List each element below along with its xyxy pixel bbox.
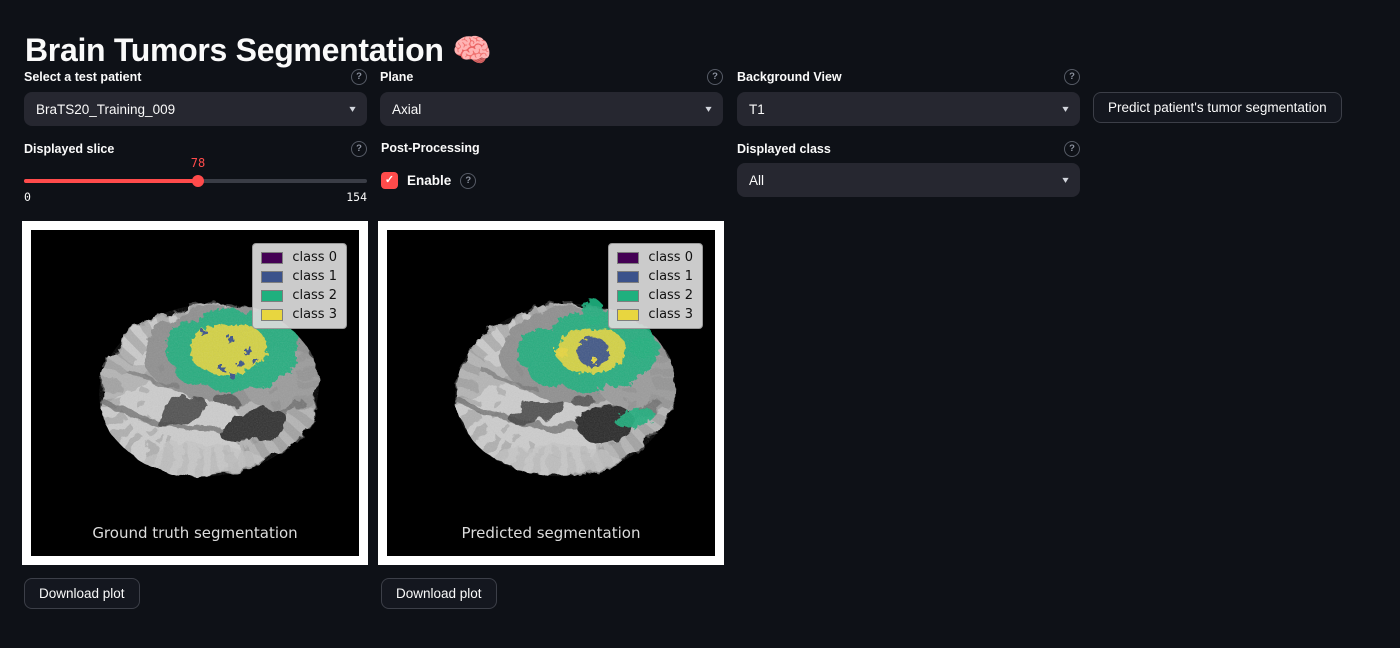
patient-label-row: Select a test patient ?	[24, 69, 367, 85]
help-icon[interactable]: ?	[1064, 141, 1080, 157]
class1-swatch	[617, 271, 639, 283]
plane-select[interactable]: Axial ▾	[380, 92, 723, 126]
plane-label-row: Plane ?	[380, 69, 723, 85]
ground-truth-plot: class 0 class 1 class 2 class 3 Ground t…	[22, 221, 368, 565]
help-icon[interactable]: ?	[707, 69, 723, 85]
slider-value: 78	[191, 156, 205, 170]
slider-fill	[24, 179, 198, 183]
checkbox-check-icon[interactable]: ✓	[381, 172, 398, 189]
help-icon[interactable]: ?	[351, 69, 367, 85]
predict-button[interactable]: Predict patient's tumor segmentation	[1093, 92, 1342, 123]
legend-row: class 0	[617, 250, 693, 265]
background-view-label: Background View	[737, 70, 842, 84]
slider-min: 0	[24, 190, 31, 204]
ground-truth-image: class 0 class 1 class 2 class 3 Ground t…	[31, 230, 359, 556]
slice-label: Displayed slice	[24, 142, 114, 156]
legend-label: class 3	[292, 307, 337, 322]
ground-truth-caption: Ground truth segmentation	[31, 524, 359, 542]
legend-label: class 1	[292, 269, 337, 284]
post-processing-label: Post-Processing	[381, 141, 480, 155]
help-icon[interactable]: ?	[460, 173, 476, 189]
chevron-down-icon: ▾	[349, 104, 355, 115]
background-view-select[interactable]: T1 ▾	[737, 92, 1080, 126]
class3-swatch	[261, 309, 283, 321]
predicted-image: class 0 class 1 class 2 class 3 Predicte…	[387, 230, 715, 556]
legend-label: class 3	[648, 307, 693, 322]
legend-row: class 3	[617, 307, 693, 322]
patient-label: Select a test patient	[24, 70, 141, 84]
slider-max: 154	[346, 190, 367, 204]
patient-select-value: BraTS20_Training_009	[36, 102, 175, 117]
plane-label: Plane	[380, 70, 413, 84]
plane-select-value: Axial	[392, 102, 421, 117]
legend-label: class 1	[648, 269, 693, 284]
background-view-label-row: Background View ?	[737, 69, 1080, 85]
enable-checkbox[interactable]: ✓ Enable ?	[381, 172, 476, 189]
displayed-class-label: Displayed class	[737, 142, 831, 156]
class2-swatch	[261, 290, 283, 302]
help-icon[interactable]: ?	[1064, 69, 1080, 85]
slider-handle[interactable]	[192, 175, 204, 187]
chevron-down-icon: ▾	[1062, 104, 1068, 115]
legend-row: class 3	[261, 307, 337, 322]
legend-row: class 2	[617, 288, 693, 303]
legend-row: class 1	[617, 269, 693, 284]
legend-label: class 2	[292, 288, 337, 303]
displayed-class-label-row: Displayed class ?	[737, 141, 1080, 157]
legend: class 0 class 1 class 2 class 3	[608, 243, 703, 329]
predicted-plot: class 0 class 1 class 2 class 3 Predicte…	[378, 221, 724, 565]
class0-swatch	[261, 252, 283, 264]
slice-label-row: Displayed slice ?	[24, 141, 367, 157]
class1-swatch	[261, 271, 283, 283]
patient-select[interactable]: BraTS20_Training_009 ▾	[24, 92, 367, 126]
legend-row: class 0	[261, 250, 337, 265]
background-view-select-value: T1	[749, 102, 765, 117]
class0-swatch	[617, 252, 639, 264]
legend-row: class 1	[261, 269, 337, 284]
class2-swatch	[617, 290, 639, 302]
legend: class 0 class 1 class 2 class 3	[252, 243, 347, 329]
legend-label: class 0	[292, 250, 337, 265]
chevron-down-icon: ▾	[1062, 175, 1068, 186]
help-icon[interactable]: ?	[351, 141, 367, 157]
legend-label: class 0	[648, 250, 693, 265]
legend-label: class 2	[648, 288, 693, 303]
page-title: Brain Tumors Segmentation 🧠	[25, 31, 492, 69]
chevron-down-icon: ▾	[705, 104, 711, 115]
legend-row: class 2	[261, 288, 337, 303]
post-processing-label-row: Post-Processing	[381, 141, 581, 155]
app-root: Brain Tumors Segmentation 🧠 Select a tes…	[0, 0, 1400, 648]
download-ground-truth-button[interactable]: Download plot	[24, 578, 140, 609]
download-predicted-button[interactable]: Download plot	[381, 578, 497, 609]
displayed-class-select-value: All	[749, 173, 764, 188]
displayed-class-select[interactable]: All ▾	[737, 163, 1080, 197]
class3-swatch	[617, 309, 639, 321]
predicted-caption: Predicted segmentation	[387, 524, 715, 542]
slider-range: 0 154	[24, 190, 367, 204]
enable-checkbox-label: Enable	[407, 173, 451, 188]
